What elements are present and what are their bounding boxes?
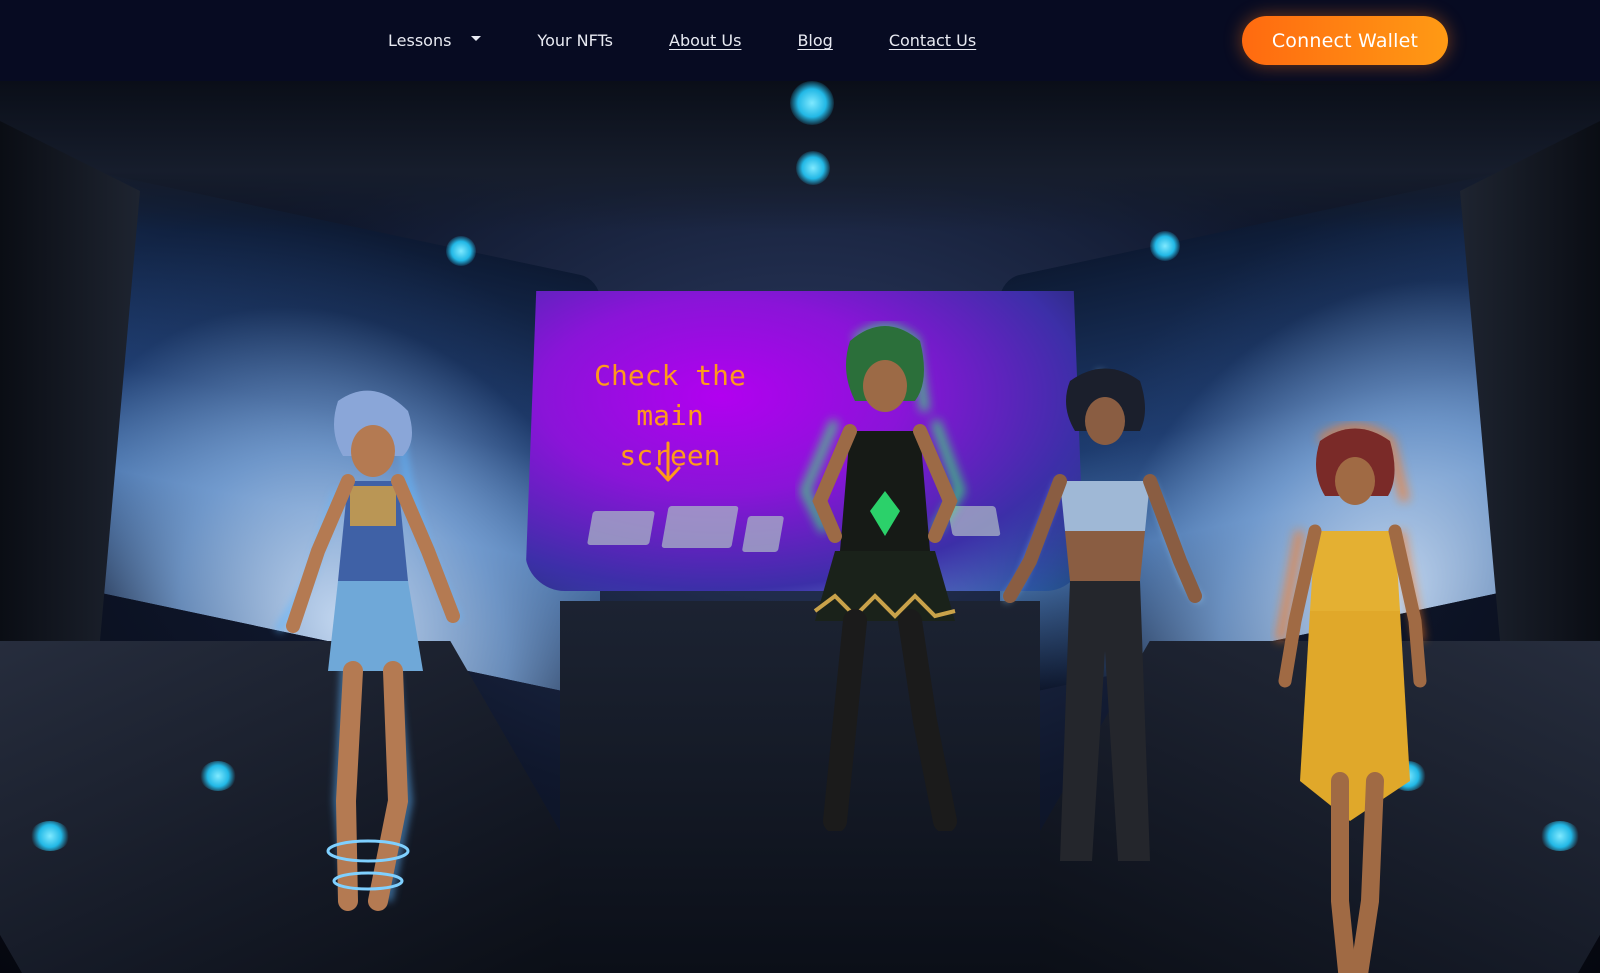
nav-item-about-us-label: About Us bbox=[669, 31, 742, 50]
nav-item-lessons[interactable]: Lessons bbox=[388, 31, 482, 50]
nav-item-your-nfts[interactable]: Your NFTs bbox=[537, 31, 613, 50]
ceiling-light bbox=[1150, 231, 1180, 261]
nav-item-your-nfts-label: Your NFTs bbox=[537, 31, 614, 50]
ceiling-light bbox=[446, 236, 476, 266]
nav-links: Lessons Your NFTs About Us Blog Contact … bbox=[388, 0, 1032, 81]
chevron-down-icon[interactable] bbox=[471, 36, 482, 41]
electric-character[interactable] bbox=[1000, 361, 1210, 871]
ceiling-light bbox=[790, 81, 834, 125]
top-navbar: Lessons Your NFTs About Us Blog Contact … bbox=[0, 0, 1600, 81]
dashboard-screen bbox=[661, 506, 739, 548]
console-light bbox=[200, 761, 236, 791]
fire-character[interactable] bbox=[1270, 421, 1440, 973]
nav-item-blog-label: Blog bbox=[797, 31, 833, 50]
dashboard-screen bbox=[587, 511, 655, 545]
dashboard-screen bbox=[741, 516, 785, 552]
console-light bbox=[30, 821, 70, 851]
nav-item-contact-us-label: Contact Us bbox=[888, 31, 977, 50]
nav-item-contact-us[interactable]: Contact Us bbox=[889, 31, 976, 50]
nav-item-about-us[interactable]: About Us bbox=[669, 31, 741, 50]
nav-item-blog[interactable]: Blog bbox=[797, 31, 832, 50]
ceiling-light bbox=[796, 151, 830, 185]
nav-item-lessons-label: Lessons bbox=[388, 31, 452, 50]
connect-wallet-button[interactable]: Connect Wallet bbox=[1242, 16, 1448, 65]
page: Lessons Your NFTs About Us Blog Contact … bbox=[0, 0, 1600, 973]
console-light bbox=[1540, 821, 1580, 851]
arrow-down-icon bbox=[655, 441, 681, 482]
callout-line-1: Check the main bbox=[594, 359, 746, 432]
blue-character[interactable] bbox=[258, 381, 488, 921]
hero-cockpit-scene: Check the main screen bbox=[0, 81, 1600, 973]
green-character[interactable] bbox=[795, 321, 975, 831]
